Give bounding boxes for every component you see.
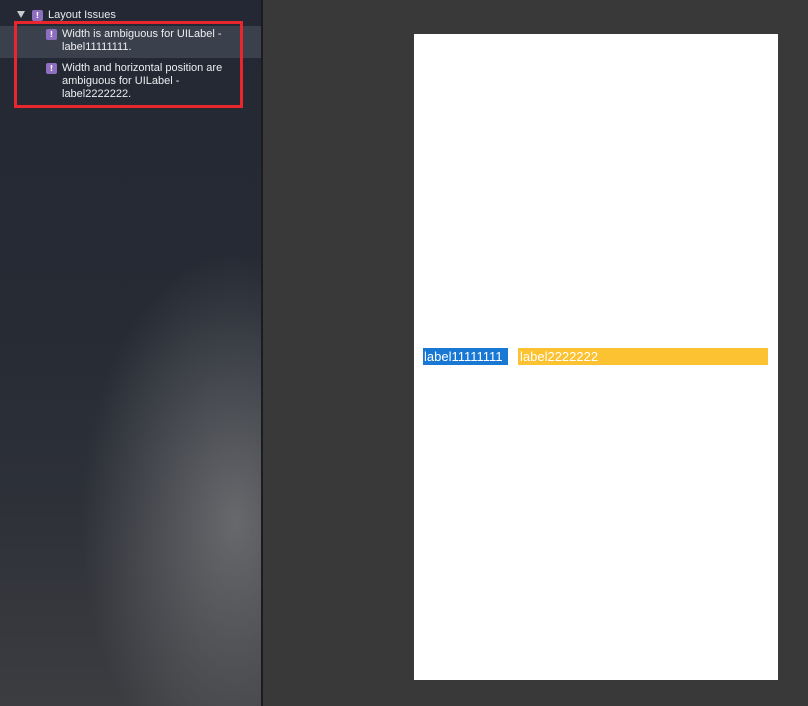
layout-issues-group[interactable]: ! Layout Issues (0, 8, 261, 24)
issue-row-label1-width[interactable]: ! Width is ambiguous for UILabel - label… (0, 26, 261, 58)
uilabel-label11111111[interactable]: label11111111 (423, 348, 508, 365)
issue-text-line: Width is ambiguous for UILabel - (62, 28, 222, 40)
issue-navigator: ! Layout Issues ! Width is ambiguous for… (0, 0, 261, 706)
issue-text-line: label2222222. (62, 88, 132, 100)
issue-text-line: Width and horizontal position are (62, 62, 223, 74)
storyboard-canvas[interactable]: label11111111 label2222222 (263, 0, 808, 706)
issue-text-line: ambiguous for UILabel - (62, 75, 180, 87)
warning-badge-icon: ! (32, 10, 43, 21)
issue-row-label2-position[interactable]: ! Width and horizontal position are ambi… (0, 60, 261, 104)
interface-builder-window: ! Layout Issues ! Width is ambiguous for… (0, 0, 808, 706)
group-label: Layout Issues (48, 9, 116, 21)
view-controller-root-view[interactable]: label11111111 label2222222 (414, 34, 778, 680)
uilabel-label2222222[interactable]: label2222222 (518, 348, 768, 365)
issue-text-line: label11111111. (62, 41, 132, 53)
disclosure-triangle-icon[interactable] (17, 11, 25, 18)
warning-badge-icon: ! (46, 63, 57, 74)
warning-badge-icon: ! (46, 29, 57, 40)
